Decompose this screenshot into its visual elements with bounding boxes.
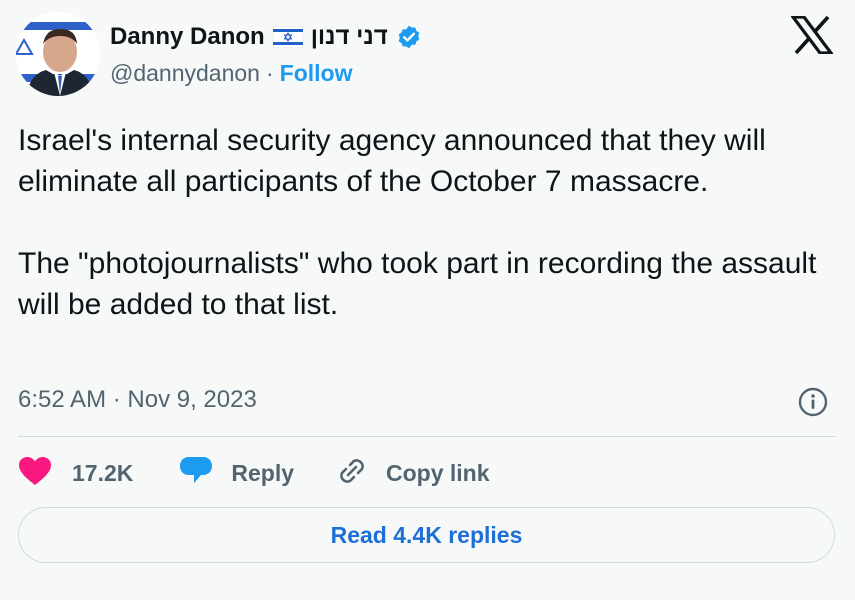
author-name-row: Danny Danon דני דנון — [110, 20, 422, 54]
info-icon[interactable] — [797, 386, 829, 418]
tweet-timestamp[interactable]: 6:52 AM · Nov 9, 2023 — [18, 386, 257, 414]
verified-badge-icon — [396, 24, 422, 50]
x-logo-icon[interactable] — [789, 15, 835, 55]
tweet-text: Israel's internal security agency announ… — [18, 120, 833, 325]
tweet-paragraph: The "photojournalists" who took part in … — [18, 247, 817, 321]
like-button[interactable]: 17.2K — [18, 456, 133, 491]
copy-link-label: Copy link — [386, 459, 490, 486]
read-replies-button[interactable]: Read 4.4K replies — [18, 507, 835, 563]
divider — [18, 436, 835, 437]
author-handle[interactable]: @dannydanon — [110, 60, 260, 87]
copy-link-button[interactable]: Copy link — [336, 455, 490, 492]
embedded-tweet-card: Danny Danon דני דנון @dannydanon · Follo… — [0, 0, 855, 600]
follow-link[interactable]: Follow — [280, 60, 353, 87]
heart-icon — [18, 456, 52, 491]
reply-label: Reply — [231, 459, 295, 486]
author-handle-row: @dannydanon · Follow — [110, 58, 352, 88]
author-hebrew-name: דני דנון — [310, 23, 388, 50]
handle-separator: · — [265, 59, 274, 86]
reply-button[interactable]: Reply — [179, 455, 294, 492]
like-count: 17.2K — [72, 459, 134, 486]
israel-flag-icon — [272, 25, 304, 49]
tweet-paragraph: Israel's internal security agency announ… — [18, 124, 766, 198]
speech-bubble-icon — [179, 455, 213, 492]
action-bar: 17.2K Reply Copy link — [18, 452, 490, 494]
author-display-name[interactable]: Danny Danon — [110, 23, 265, 51]
link-icon — [336, 455, 368, 492]
avatar[interactable] — [16, 12, 100, 96]
